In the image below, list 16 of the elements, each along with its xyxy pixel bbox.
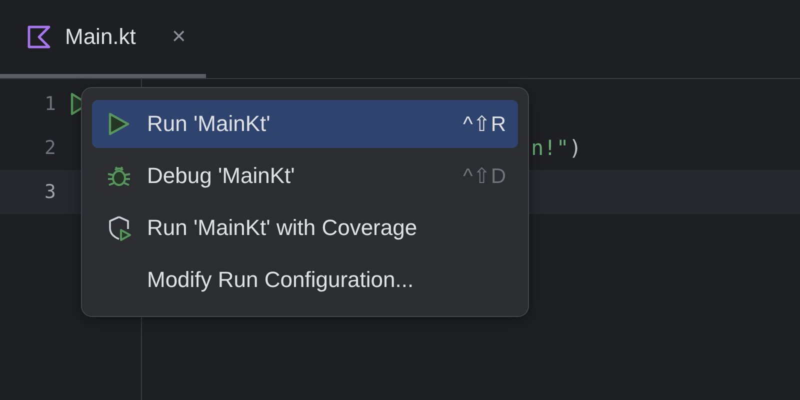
menu-item[interactable]: Run 'MainKt' ^⇧R (92, 100, 518, 148)
shortcut-label: ^⇧D (462, 164, 506, 188)
kotlin-file-icon (27, 25, 51, 49)
close-tab-button[interactable]: × (172, 25, 186, 49)
line-number: 2 (44, 137, 56, 159)
file-tab[interactable]: Main.kt × (0, 0, 206, 78)
menu-item[interactable]: Modify Run Configuration... (92, 256, 518, 304)
run-icon (106, 111, 132, 137)
line-number: 3 (44, 181, 56, 203)
line-number: 1 (44, 93, 56, 115)
code-token: n!" (531, 136, 569, 160)
shortcut-label: ^⇧R (462, 112, 506, 136)
menu-item[interactable]: Debug 'MainKt' ^⇧D (92, 152, 518, 200)
shield-run-icon (106, 215, 132, 241)
code-token: ) (568, 136, 582, 160)
menu-item[interactable]: Run 'MainKt' with Coverage (92, 204, 518, 252)
